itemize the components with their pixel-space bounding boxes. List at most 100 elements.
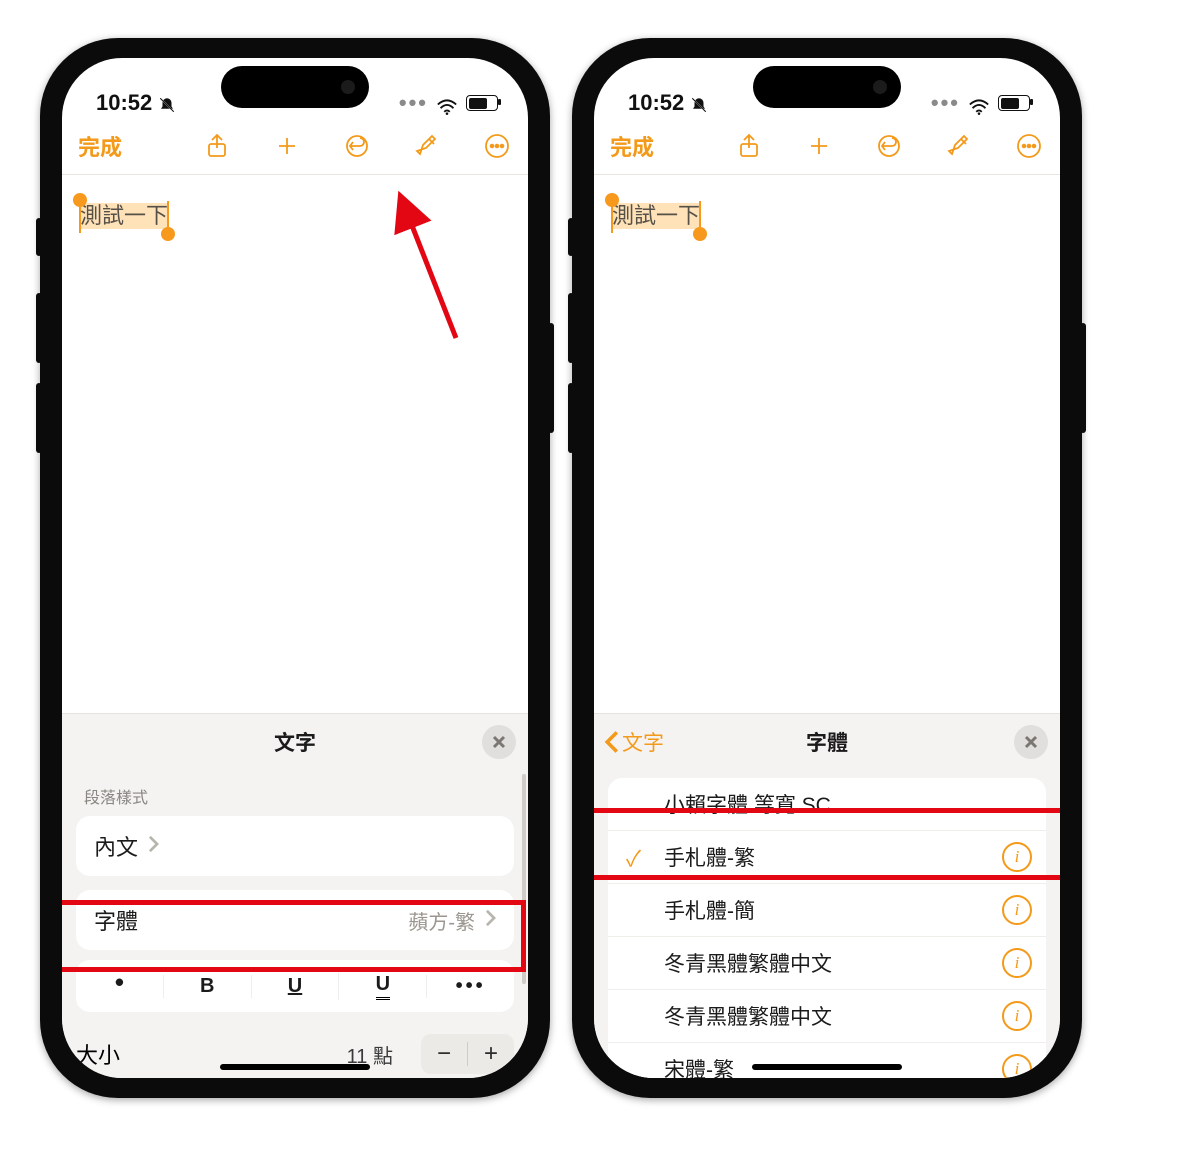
battery-icon [466, 95, 498, 111]
wifi-icon [436, 95, 458, 111]
font-option-label: 宋體-繁 [664, 1054, 734, 1078]
done-button[interactable]: 完成 [610, 130, 654, 162]
font-option-label: 小賴字體 等寬 SC [664, 789, 831, 819]
font-list[interactable]: 小賴字體 等寬 SC✓手札體-繁i手札體-簡i冬青黑體繁體中文i冬青黑體繁體中文… [608, 778, 1046, 1078]
cellular-icon: ••• [931, 90, 960, 116]
status-time: 10:52 [628, 90, 684, 116]
font-option-label: 冬青黑體繁體中文 [664, 1001, 832, 1031]
font-panel-header: 文字 字體 [594, 714, 1060, 770]
back-button[interactable]: 文字 [604, 727, 664, 757]
phone-left: 10:52 ••• 完成 [40, 38, 550, 1098]
bold-button[interactable]: B [163, 975, 251, 998]
selection-handle-end[interactable] [161, 227, 175, 241]
battery-icon [998, 95, 1030, 111]
silent-icon [690, 94, 708, 112]
font-option[interactable]: 宋體-繁 i [608, 1042, 1046, 1078]
power-button [548, 323, 554, 433]
paragraph-style-row[interactable]: 內文 [76, 816, 514, 876]
font-card: 字體 蘋方-繁 [76, 890, 514, 950]
format-brush-icon[interactable] [412, 131, 442, 161]
font-value: 蘋方-繁 [408, 906, 475, 935]
dynamic-island [753, 66, 901, 108]
close-icon[interactable] [482, 725, 516, 759]
paragraph-style-value: 內文 [94, 830, 138, 862]
more-icon[interactable] [1014, 131, 1044, 161]
dynamic-island [221, 66, 369, 108]
font-option-label: 手札體-簡 [664, 895, 755, 925]
selection-handle-start[interactable] [605, 193, 619, 207]
status-time: 10:52 [96, 90, 152, 116]
underline-button[interactable]: U [251, 975, 339, 998]
note-body[interactable]: 測試一下 [594, 175, 1060, 257]
close-icon[interactable] [1014, 725, 1048, 759]
font-option[interactable]: 冬青黑體繁體中文 i [608, 989, 1046, 1042]
home-indicator[interactable] [752, 1064, 902, 1070]
info-icon[interactable]: i [1002, 1054, 1032, 1078]
text-panel: 文字 段落樣式 內文 字體 蘋方-繁 [62, 713, 528, 1078]
info-icon[interactable]: i [1002, 895, 1032, 925]
info-icon[interactable]: i [1002, 842, 1032, 872]
size-row: 大小 11 點 − + [76, 1026, 514, 1078]
mute-switch [568, 218, 574, 256]
font-option[interactable]: 手札體-簡 i [608, 883, 1046, 936]
selected-text-value: 測試一下 [80, 203, 168, 228]
add-icon[interactable] [804, 131, 834, 161]
selected-text[interactable]: 測試一下 [612, 203, 700, 229]
add-icon[interactable] [272, 131, 302, 161]
volume-up [36, 293, 42, 363]
double-underline-button[interactable]: U [338, 973, 426, 1000]
font-panel: 文字 字體 小賴字體 等寬 SC✓手札體-繁i手札體-簡i冬青黑體繁體中文i冬青… [594, 713, 1060, 1078]
check-icon: ✓ [626, 841, 641, 873]
style-toolbar: • B U U ••• [76, 960, 514, 1012]
chevron-right-icon [148, 833, 159, 859]
undo-icon[interactable] [342, 131, 372, 161]
share-icon[interactable] [734, 131, 764, 161]
section-label: 段落樣式 [62, 770, 528, 816]
silent-icon [158, 94, 176, 112]
font-option[interactable]: ✓ 手札體-繁 i [608, 830, 1046, 883]
selection-handle-start[interactable] [73, 193, 87, 207]
share-icon[interactable] [202, 131, 232, 161]
font-option-label: 冬青黑體繁體中文 [664, 948, 832, 978]
power-button [1080, 323, 1086, 433]
info-icon[interactable]: i [1002, 948, 1032, 978]
undo-icon[interactable] [874, 131, 904, 161]
font-option[interactable]: 冬青黑體繁體中文 i [608, 936, 1046, 989]
volume-up [568, 293, 574, 363]
screen-right: 10:52 ••• 完成 [594, 58, 1060, 1078]
stage: 10:52 ••• 完成 [0, 0, 1200, 1172]
mute-switch [36, 218, 42, 256]
home-indicator[interactable] [220, 1064, 370, 1070]
cellular-icon: ••• [399, 90, 428, 116]
info-icon[interactable]: i [1002, 1001, 1032, 1031]
screen-left: 10:52 ••• 完成 [62, 58, 528, 1078]
text-panel-header: 文字 [62, 714, 528, 770]
selection-handle-end[interactable] [693, 227, 707, 241]
annotation-arrow [392, 188, 472, 353]
phone-right: 10:52 ••• 完成 [572, 38, 1082, 1098]
wifi-icon [968, 95, 990, 111]
chevron-right-icon [485, 907, 496, 933]
size-decrease-button[interactable]: − [421, 1034, 467, 1074]
nav-bar: 完成 [62, 118, 528, 175]
nav-bar: 完成 [594, 118, 1060, 175]
volume-down [568, 383, 574, 453]
font-label: 字體 [94, 904, 138, 936]
size-label: 大小 [76, 1038, 120, 1070]
back-label: 文字 [622, 727, 664, 757]
selected-text-value: 測試一下 [612, 203, 700, 228]
font-row[interactable]: 字體 蘋方-繁 [76, 890, 514, 950]
volume-down [36, 383, 42, 453]
font-panel-title: 字體 [806, 727, 848, 757]
more-styles-button[interactable]: ••• [426, 975, 514, 998]
font-option-label: 手札體-繁 [664, 842, 755, 872]
done-button[interactable]: 完成 [78, 130, 122, 162]
more-icon[interactable] [482, 131, 512, 161]
font-option[interactable]: 小賴字體 等寬 SC [608, 778, 1046, 830]
size-increase-button[interactable]: + [468, 1034, 514, 1074]
paragraph-style-card: 內文 [76, 816, 514, 876]
format-brush-icon[interactable] [944, 131, 974, 161]
size-stepper: − + [421, 1034, 514, 1074]
scroll-indicator [522, 774, 526, 984]
selected-text[interactable]: 測試一下 [80, 203, 168, 229]
